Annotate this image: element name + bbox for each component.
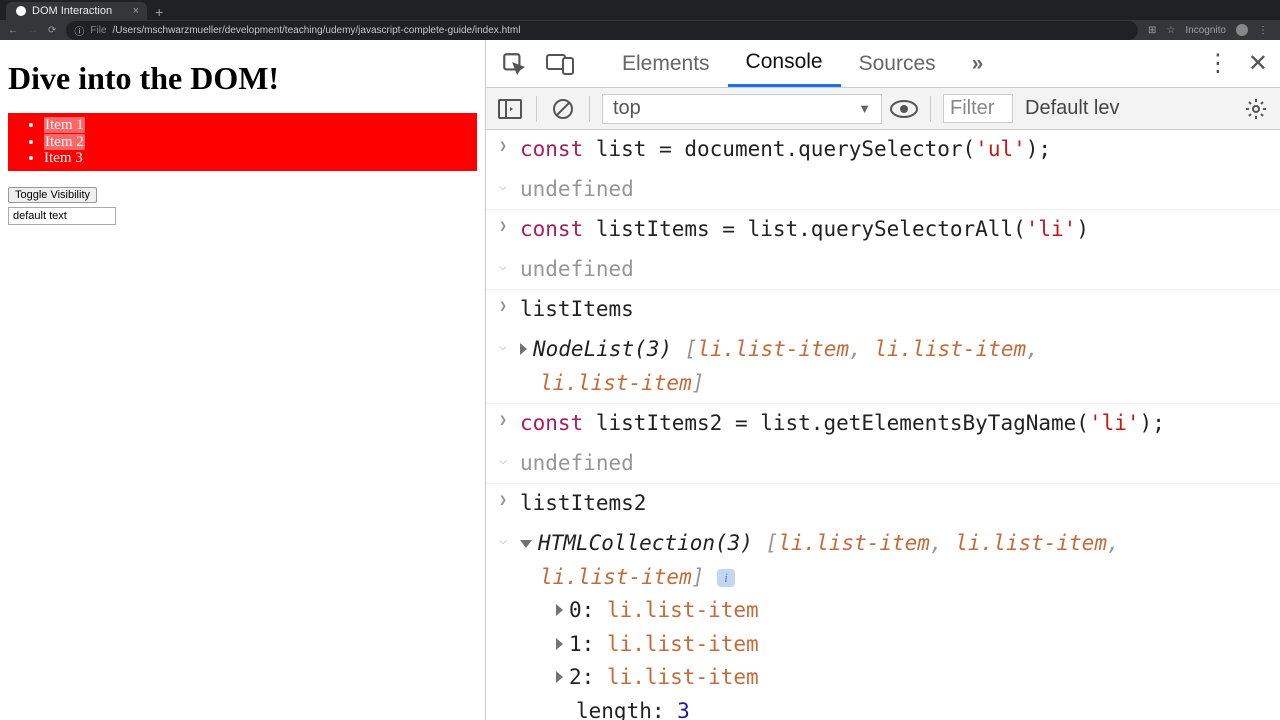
- output-chevron-icon: ⌵: [499, 337, 507, 400]
- url-prefix: File: [90, 25, 106, 36]
- console-input-line: const listItems = list.querySelectorAll(…: [520, 213, 1280, 247]
- tab-title: DOM Interaction: [32, 5, 112, 17]
- expand-triangle-icon[interactable]: [520, 343, 527, 355]
- favicon-icon: [16, 6, 26, 16]
- file-icon: ⓘ: [74, 23, 84, 38]
- menu-icon[interactable]: ⋮: [1258, 25, 1268, 36]
- expand-triangle-icon[interactable]: [556, 638, 563, 650]
- object-entry: length: 3: [556, 695, 1270, 720]
- tab-elements[interactable]: Elements: [604, 40, 728, 87]
- extensions-icon[interactable]: ⊞: [1148, 25, 1156, 36]
- chevron-down-icon: ▼: [858, 101, 871, 116]
- new-tab-button[interactable]: +: [147, 4, 171, 20]
- star-icon[interactable]: ☆: [1166, 25, 1175, 36]
- object-entry[interactable]: 2: li.list-item: [556, 661, 1270, 695]
- console-output[interactable]: ❯ const list = document.querySelector('u…: [486, 130, 1280, 720]
- console-output-object[interactable]: NodeList(3) [li.list-item, li.list-item,…: [520, 333, 1280, 400]
- page-heading: Dive into the DOM!: [8, 60, 477, 97]
- back-icon[interactable]: ←: [8, 25, 18, 36]
- console-input-line: listItems2: [520, 487, 1280, 521]
- input-chevron-icon: ❯: [499, 411, 507, 441]
- reload-icon[interactable]: ⟳: [48, 25, 56, 36]
- console-input-line: const listItems2 = list.getElementsByTag…: [520, 407, 1280, 441]
- console-output-line: undefined: [520, 173, 1280, 207]
- filter-input[interactable]: Filter: [943, 94, 1013, 123]
- tab-console[interactable]: Console: [728, 40, 841, 87]
- close-devtools-icon[interactable]: ✕: [1248, 49, 1268, 78]
- output-chevron-icon: ⌵: [499, 451, 507, 481]
- tab-overflow-icon[interactable]: »: [954, 40, 1002, 87]
- input-chevron-icon: ❯: [499, 297, 507, 327]
- object-entry[interactable]: 1: li.list-item: [556, 628, 1270, 662]
- console-output-line: undefined: [520, 253, 1280, 287]
- item-list: Item 1 Item 2 Item 3: [12, 117, 473, 167]
- log-level-select[interactable]: Default lev: [1021, 97, 1124, 120]
- browser-tab[interactable]: DOM Interaction ×: [6, 2, 147, 20]
- console-output-line: undefined: [520, 447, 1280, 481]
- kebab-menu-icon[interactable]: ⋮: [1206, 49, 1230, 78]
- object-entry[interactable]: 0: li.list-item: [556, 594, 1270, 628]
- devtools-tabbar: Elements Console Sources » ⋮ ✕: [486, 40, 1280, 88]
- inspect-element-icon[interactable]: [498, 48, 530, 80]
- list-item: Item 2: [44, 134, 473, 151]
- info-badge-icon[interactable]: i: [717, 569, 735, 587]
- tab-sources[interactable]: Sources: [841, 40, 954, 87]
- sidebar-toggle-icon[interactable]: [496, 95, 524, 123]
- context-label: top: [613, 97, 641, 120]
- url-text: /Users/mschwarzmueller/development/teach…: [113, 25, 521, 36]
- list-item: Item 3: [44, 150, 473, 167]
- expand-triangle-down-icon[interactable]: [520, 540, 532, 548]
- browser-chrome: DOM Interaction × + ← → ⟳ ⓘ File /Users/…: [0, 0, 1280, 40]
- console-input-line: listItems: [520, 293, 1280, 327]
- expand-triangle-icon[interactable]: [556, 604, 563, 616]
- forward-icon[interactable]: →: [28, 25, 38, 36]
- console-output-object[interactable]: HTMLCollection(3) [li.list-item, li.list…: [520, 527, 1280, 720]
- input-chevron-icon: ❯: [499, 491, 507, 521]
- clear-console-icon[interactable]: [549, 95, 577, 123]
- incognito-icon[interactable]: [1236, 24, 1248, 36]
- input-chevron-icon: ❯: [499, 137, 507, 167]
- device-toolbar-icon[interactable]: [544, 48, 576, 80]
- execution-context-select[interactable]: top ▼: [602, 94, 882, 124]
- output-chevron-icon: ⌵: [499, 257, 507, 287]
- list-item: Item 1: [44, 117, 473, 134]
- address-bar: ← → ⟳ ⓘ File /Users/mschwarzmueller/deve…: [0, 20, 1280, 40]
- output-chevron-icon: ⌵: [499, 531, 507, 720]
- incognito-label: Incognito: [1185, 25, 1226, 36]
- tab-bar: DOM Interaction × +: [0, 0, 1280, 20]
- text-input[interactable]: [8, 207, 116, 225]
- url-field[interactable]: ⓘ File /Users/mschwarzmueller/developmen…: [66, 21, 1138, 40]
- input-chevron-icon: ❯: [499, 217, 507, 247]
- expand-triangle-icon[interactable]: [556, 671, 563, 683]
- console-toolbar: top ▼ Filter Default lev: [486, 88, 1280, 130]
- toggle-visibility-button[interactable]: Toggle Visibility: [8, 187, 97, 203]
- page-content: Dive into the DOM! Item 1 Item 2 Item 3 …: [0, 40, 486, 720]
- devtools-panel: Elements Console Sources » ⋮ ✕ top ▼: [486, 40, 1280, 720]
- live-expression-icon[interactable]: [890, 95, 918, 123]
- console-settings-icon[interactable]: [1242, 95, 1270, 123]
- list-container: Item 1 Item 2 Item 3: [8, 113, 477, 171]
- console-input-line: const list = document.querySelector('ul'…: [520, 133, 1280, 167]
- output-chevron-icon: ⌵: [499, 177, 507, 207]
- close-tab-icon[interactable]: ×: [133, 5, 139, 17]
